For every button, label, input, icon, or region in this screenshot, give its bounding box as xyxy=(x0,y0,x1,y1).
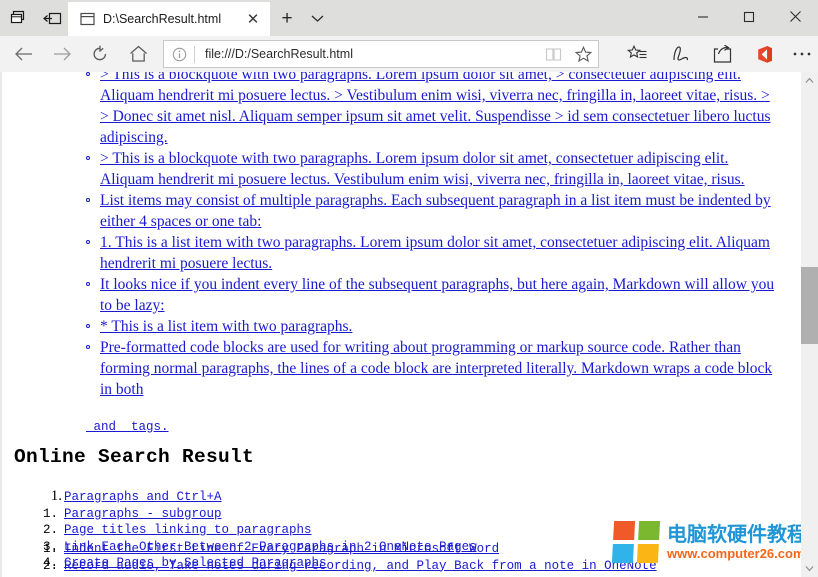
scrollbar-thumb[interactable] xyxy=(801,267,818,344)
info-icon[interactable] xyxy=(164,41,194,67)
close-tab-icon[interactable]: ✕ xyxy=(242,8,264,30)
minimize-button[interactable] xyxy=(680,0,726,33)
home-button[interactable] xyxy=(122,39,154,69)
hub-icon[interactable] xyxy=(620,39,654,69)
list-item-number: 1. xyxy=(42,506,58,521)
url-text[interactable]: file:///D:/SearchResult.html xyxy=(195,47,538,61)
list-item-link[interactable]: List items may consist of multiple parag… xyxy=(100,192,771,230)
list-item[interactable]: It looks nice if you indent every line o… xyxy=(78,274,778,316)
title-bar: D:\SearchResult.html ✕ + xyxy=(0,0,818,36)
chevron-down-icon[interactable] xyxy=(303,3,331,34)
list-item[interactable]: 1. Paragraphs and Ctrl+A xyxy=(34,488,774,506)
maximize-button[interactable] xyxy=(726,0,772,33)
more-options-icon[interactable] xyxy=(785,39,818,69)
list-item-number: 2. xyxy=(42,523,58,537)
set-tabs-aside-icon[interactable] xyxy=(35,0,70,36)
tab-preview-icon[interactable] xyxy=(0,0,35,36)
markdown-bullet-list-wrap: > This is a blockquote with two paragrap… xyxy=(78,72,778,435)
refresh-button[interactable] xyxy=(84,39,116,69)
list-item-link[interactable]: > This is a blockquote with two paragrap… xyxy=(100,150,745,188)
browser-tab[interactable]: D:\SearchResult.html ✕ xyxy=(68,2,270,36)
web-note-pen-icon[interactable] xyxy=(663,39,697,69)
list-item-number: 1. xyxy=(50,488,62,504)
watermark-text: 电脑软硬件教程网 www.computer26.com xyxy=(667,523,818,562)
list-item[interactable]: > This is a blockquote with two paragrap… xyxy=(78,148,778,190)
list-item-link[interactable]: * This is a list item with two paragraph… xyxy=(100,318,352,335)
list-item-link[interactable]: Create Pages by Selected Paragraphs xyxy=(64,556,327,570)
browser-window: D:\SearchResult.html ✕ + file:///D:/Sear… xyxy=(0,0,818,577)
list-item[interactable]: 1. This is a list item with two paragrap… xyxy=(78,232,778,274)
list-item-link[interactable]: 1. This is a list item with two paragrap… xyxy=(100,234,770,272)
page-heading: Online Search Result xyxy=(14,446,255,468)
markdown-bullet-list: > This is a blockquote with two paragrap… xyxy=(78,72,778,400)
vertical-scrollbar[interactable] xyxy=(801,72,818,577)
book-icon[interactable] xyxy=(538,41,568,67)
office-icon[interactable] xyxy=(748,39,782,69)
list-item-link[interactable]: Paragraphs - subgroup xyxy=(64,507,222,521)
watermark-url: www.computer26.com xyxy=(667,545,805,561)
list-item[interactable]: Pre-formatted code blocks are used for w… xyxy=(78,337,778,400)
tab-title: D:\SearchResult.html xyxy=(103,12,222,26)
back-button[interactable] xyxy=(8,39,40,69)
new-tab-button[interactable]: + xyxy=(272,3,302,34)
watermark-site-name: 电脑软硬件教程网 xyxy=(667,521,818,546)
code-block-line[interactable]: and tags. xyxy=(86,420,169,434)
list-item-link[interactable]: Page titles linking to paragraphs xyxy=(64,523,312,537)
titlebar-left-buttons xyxy=(0,0,70,36)
address-bar[interactable]: file:///D:/SearchResult.html xyxy=(163,40,599,68)
window-controls xyxy=(680,0,818,33)
list-item-link[interactable]: It looks nice if you indent every line o… xyxy=(100,276,774,314)
navigation-toolbar: file:///D:/SearchResult.html xyxy=(0,36,818,72)
close-button[interactable] xyxy=(772,0,818,33)
list-item-number: 3. xyxy=(42,539,58,554)
forward-button[interactable] xyxy=(46,39,78,69)
list-item-link[interactable]: Pre-formatted code blocks are used for w… xyxy=(100,339,772,398)
star-icon[interactable] xyxy=(568,41,598,67)
list-item-link[interactable]: Paragraphs and Ctrl+A xyxy=(64,490,222,504)
scroll-down-icon[interactable] xyxy=(801,560,818,577)
content-left-edge xyxy=(0,72,2,577)
list-item-number: 4. xyxy=(42,556,58,570)
page-icon xyxy=(78,10,96,28)
list-item[interactable]: > This is a blockquote with two paragrap… xyxy=(78,72,778,148)
list-item[interactable]: List items may consist of multiple parag… xyxy=(78,190,778,232)
watermark: 电脑软硬件教程网 www.computer26.com xyxy=(611,516,818,568)
list-item[interactable]: * This is a list item with two paragraph… xyxy=(78,316,778,337)
share-icon[interactable] xyxy=(706,39,740,69)
list-item-link[interactable]: Link Each Other Between 2 Paragraphs in … xyxy=(64,540,477,554)
list-item-link[interactable]: > This is a blockquote with two paragrap… xyxy=(100,72,771,146)
windows-logo-icon xyxy=(611,521,661,563)
scroll-up-icon[interactable] xyxy=(801,72,818,89)
page-content: > This is a blockquote with two paragrap… xyxy=(0,72,818,577)
